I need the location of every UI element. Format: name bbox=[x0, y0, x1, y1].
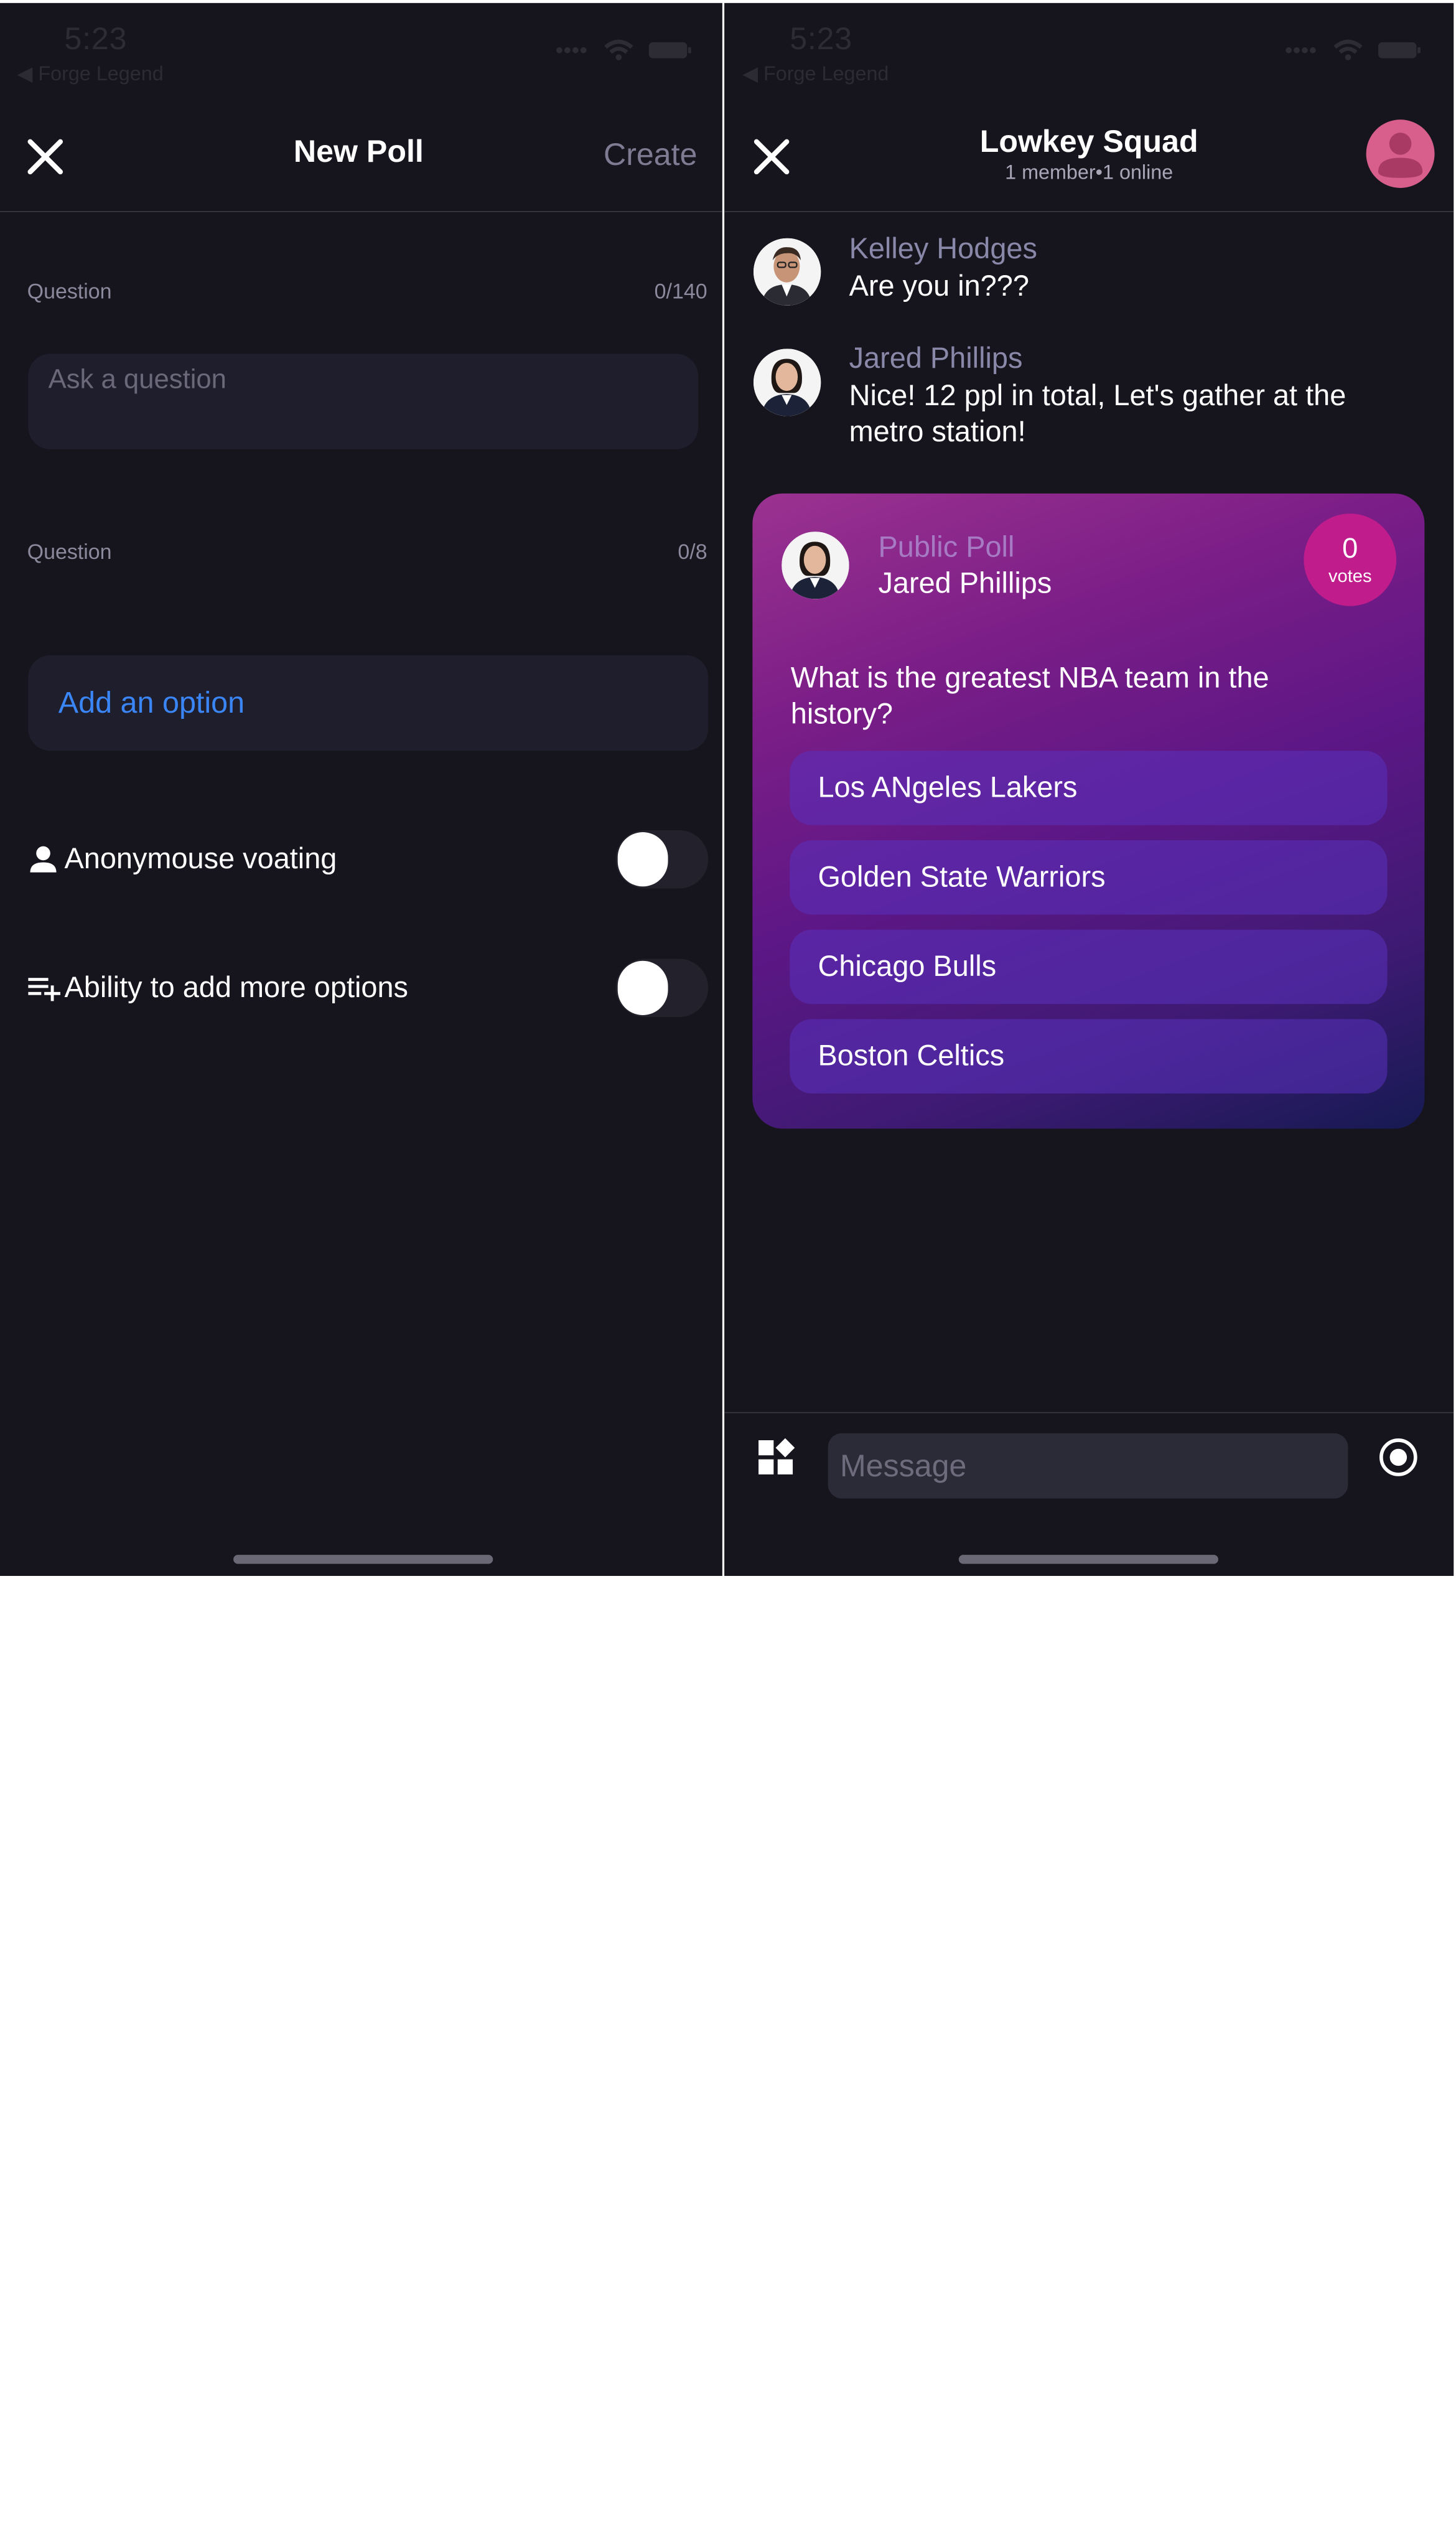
toggle-knob bbox=[617, 960, 668, 1015]
question-char-count: 0/140 bbox=[654, 280, 707, 304]
signal-icon bbox=[1286, 47, 1316, 54]
poll-option[interactable]: Chicago Bulls bbox=[790, 929, 1388, 1005]
status-back-app[interactable]: ◀ Forge Legend bbox=[17, 62, 163, 87]
poll-option[interactable]: Golden State Warriors bbox=[790, 840, 1388, 915]
add-option-button[interactable]: Add an option bbox=[28, 655, 709, 751]
poll-card[interactable]: Public Poll Jared Phillips 0 votes What … bbox=[752, 493, 1425, 1129]
battery-icon bbox=[648, 42, 691, 59]
status-icons bbox=[1285, 39, 1422, 62]
home-indicator bbox=[958, 1555, 1218, 1564]
woman-avatar-icon bbox=[753, 349, 821, 416]
message-input[interactable] bbox=[828, 1433, 1348, 1499]
person-icon bbox=[1378, 133, 1423, 178]
avatar[interactable] bbox=[753, 349, 821, 416]
add-more-options-label: Ability to add more options bbox=[64, 971, 409, 1004]
message-text: Are you in??? bbox=[849, 270, 1029, 303]
new-poll-screen: 5:23 ◀ Forge Legend New Poll Create Ques… bbox=[0, 2, 722, 1577]
header-divider bbox=[724, 211, 1454, 212]
battery-icon bbox=[1378, 42, 1421, 59]
options-label: Question bbox=[27, 540, 112, 564]
header-divider bbox=[0, 211, 722, 212]
message-text: Nice! 12 ppl in total, Let's gather at t… bbox=[849, 380, 1346, 449]
wifi-icon bbox=[1333, 39, 1363, 60]
group-subtitle: 1 member•1 online bbox=[1005, 161, 1174, 184]
record-icon[interactable] bbox=[1378, 1437, 1419, 1478]
avatar bbox=[782, 532, 849, 599]
question-label: Question bbox=[27, 280, 112, 304]
status-time: 5:23 bbox=[790, 21, 852, 57]
votes-label: votes bbox=[1328, 566, 1372, 586]
votes-count: 0 bbox=[1342, 532, 1358, 564]
status-time: 5:23 bbox=[64, 21, 128, 57]
poll-option[interactable]: Boston Celtics bbox=[790, 1019, 1388, 1094]
anonymous-voting-toggle[interactable] bbox=[615, 830, 709, 889]
add-more-options-toggle[interactable] bbox=[615, 958, 709, 1018]
group-avatar[interactable] bbox=[1366, 120, 1435, 188]
wifi-icon bbox=[604, 39, 633, 60]
signal-icon bbox=[556, 47, 587, 54]
message-author: Kelley Hodges bbox=[849, 233, 1037, 266]
poll-question: What is the greatest NBA team in the his… bbox=[790, 662, 1269, 731]
question-input[interactable] bbox=[28, 354, 699, 449]
status-back-app[interactable]: ◀ Forge Legend bbox=[742, 62, 889, 87]
message-author: Jared Phillips bbox=[849, 342, 1023, 375]
add-more-options-row: Ability to add more options bbox=[28, 958, 709, 1018]
create-button[interactable]: Create bbox=[604, 137, 697, 173]
widgets-icon[interactable] bbox=[757, 1438, 795, 1476]
home-indicator bbox=[233, 1555, 493, 1564]
playlist-add-icon bbox=[28, 970, 64, 1006]
anonymous-voting-row: Anonymouse voating bbox=[28, 830, 709, 889]
options-count: 0/8 bbox=[678, 540, 707, 564]
man-avatar-icon bbox=[753, 238, 821, 306]
toggle-knob bbox=[617, 832, 668, 887]
anonymous-voting-label: Anonymouse voating bbox=[64, 843, 337, 875]
person-icon bbox=[28, 841, 64, 878]
status-icons bbox=[555, 39, 692, 62]
votes-badge: 0 votes bbox=[1304, 513, 1397, 606]
group-chat-screen: 5:23 ◀ Forge Legend Lowkey Squad 1 membe… bbox=[724, 2, 1454, 1577]
group-title: Lowkey Squad bbox=[979, 123, 1198, 159]
composer-divider bbox=[724, 1412, 1454, 1413]
screenshot-canvas: 5:23 ◀ Forge Legend New Poll Create Ques… bbox=[0, 0, 1456, 2545]
poll-option[interactable]: Los ANgeles Lakers bbox=[790, 751, 1388, 825]
woman-avatar-icon bbox=[782, 532, 849, 599]
poll-author: Jared Phillips bbox=[878, 568, 1052, 601]
avatar[interactable] bbox=[753, 238, 821, 306]
poll-type-label: Public Poll bbox=[878, 532, 1015, 564]
